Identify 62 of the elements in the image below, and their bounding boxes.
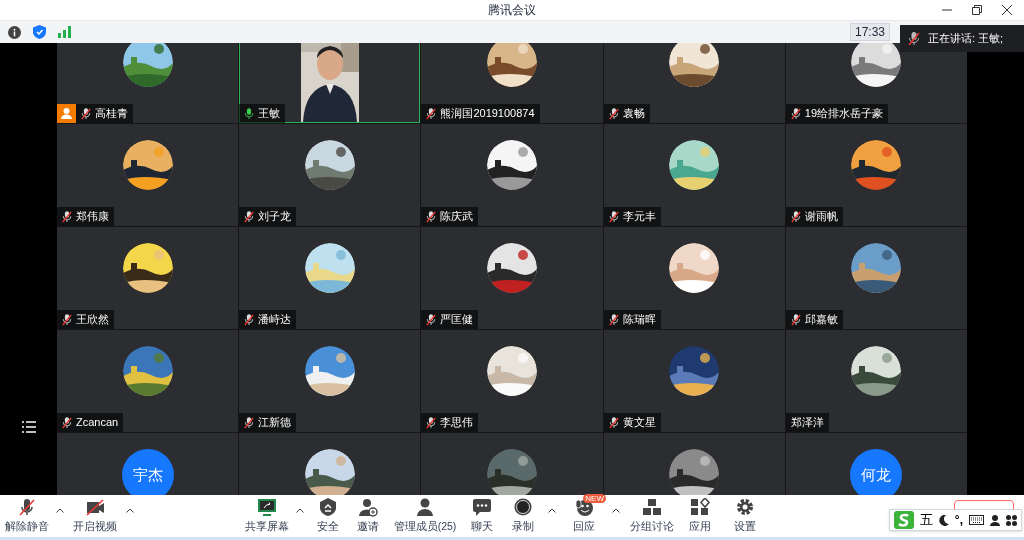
apps-icon <box>690 497 710 517</box>
list-icon[interactable] <box>21 421 36 433</box>
toolbar-button[interactable]: 管理成员(25) <box>390 497 460 535</box>
toolbar-button[interactable]: 开启视频 <box>70 497 120 535</box>
toolbar-button[interactable]: 解除静音 <box>4 497 50 535</box>
camera-off-icon <box>85 497 105 517</box>
name-label: 19给排水岳子豪 <box>785 104 889 123</box>
moon-icon[interactable] <box>938 514 949 526</box>
muted-mic-icon <box>908 31 920 46</box>
info-icon[interactable] <box>8 25 21 39</box>
toolbar-button[interactable]: 邀请 <box>346 497 390 535</box>
signal-icon[interactable] <box>58 26 71 38</box>
caret-icon[interactable] <box>296 507 304 513</box>
meeting-time: 17:33 <box>849 23 890 41</box>
toolbar-button[interactable]: 共享屏幕 <box>244 497 290 535</box>
name-label: 陈瑞晖 <box>603 310 661 329</box>
name-label: 高桂青 <box>76 104 133 123</box>
name-label: 郑泽洋 <box>785 413 829 432</box>
muted-mic-icon <box>17 497 37 517</box>
name-label: 黄文星 <box>603 413 661 432</box>
window-title: 腾讯会议 <box>488 2 536 19</box>
caret-icon[interactable] <box>612 507 620 513</box>
name-label: 袁畅 <box>603 104 650 123</box>
grid-icon[interactable] <box>1006 514 1017 526</box>
name-label: 熊润国2019100874 <box>421 104 540 123</box>
people-icon <box>415 497 435 517</box>
name-label: 李思伟 <box>421 413 479 432</box>
toolbar-button[interactable]: NEW 回应 <box>562 493 606 535</box>
shield-icon[interactable] <box>33 25 46 39</box>
avatar: 宇杰 <box>121 449 174 495</box>
toolbar-button[interactable]: 应用 <box>678 497 722 535</box>
toolbar-button[interactable]: 聊天 <box>460 497 504 535</box>
name-label: 陈庆武 <box>421 207 479 226</box>
close-icon[interactable] <box>1002 5 1012 15</box>
ime-punctuation[interactable]: °, <box>954 511 963 529</box>
keyboard-icon[interactable] <box>969 515 984 525</box>
name-label: 严匡健 <box>421 310 479 329</box>
avatar: 何龙 <box>850 449 903 495</box>
name-label: 谢雨帆 <box>785 207 843 226</box>
name-label: 郑伟康 <box>57 207 114 226</box>
toolbar-button[interactable]: 录制 <box>504 497 542 535</box>
person-icon[interactable] <box>990 514 1000 526</box>
name-label: 江新德 <box>239 413 297 432</box>
restore-icon[interactable] <box>972 5 982 15</box>
name-label: 李元丰 <box>603 207 661 226</box>
toolbar-button[interactable]: 分组讨论 <box>626 497 678 535</box>
name-label: 邱嘉敏 <box>785 310 843 329</box>
name-label: 王敏 <box>239 104 286 123</box>
speaking-indicator: 正在讲话: 王敏; <box>928 31 1004 47</box>
name-label: 刘子龙 <box>239 207 297 226</box>
blocks-icon <box>642 497 662 517</box>
caret-icon[interactable] <box>548 507 556 513</box>
caret-icon[interactable] <box>56 507 64 513</box>
toolbar-button[interactable]: 设置 <box>722 497 768 535</box>
new-badge: NEW <box>583 493 606 503</box>
ime-logo-icon[interactable] <box>893 511 914 529</box>
name-label: 潘峙达 <box>239 310 297 329</box>
name-label: 王欣然 <box>57 310 114 329</box>
toolbar-button[interactable]: 安全 <box>310 497 346 535</box>
caret-icon[interactable] <box>126 507 134 513</box>
name-label: Zcancan <box>57 413 124 432</box>
ime-mode[interactable]: 五 <box>919 510 933 530</box>
